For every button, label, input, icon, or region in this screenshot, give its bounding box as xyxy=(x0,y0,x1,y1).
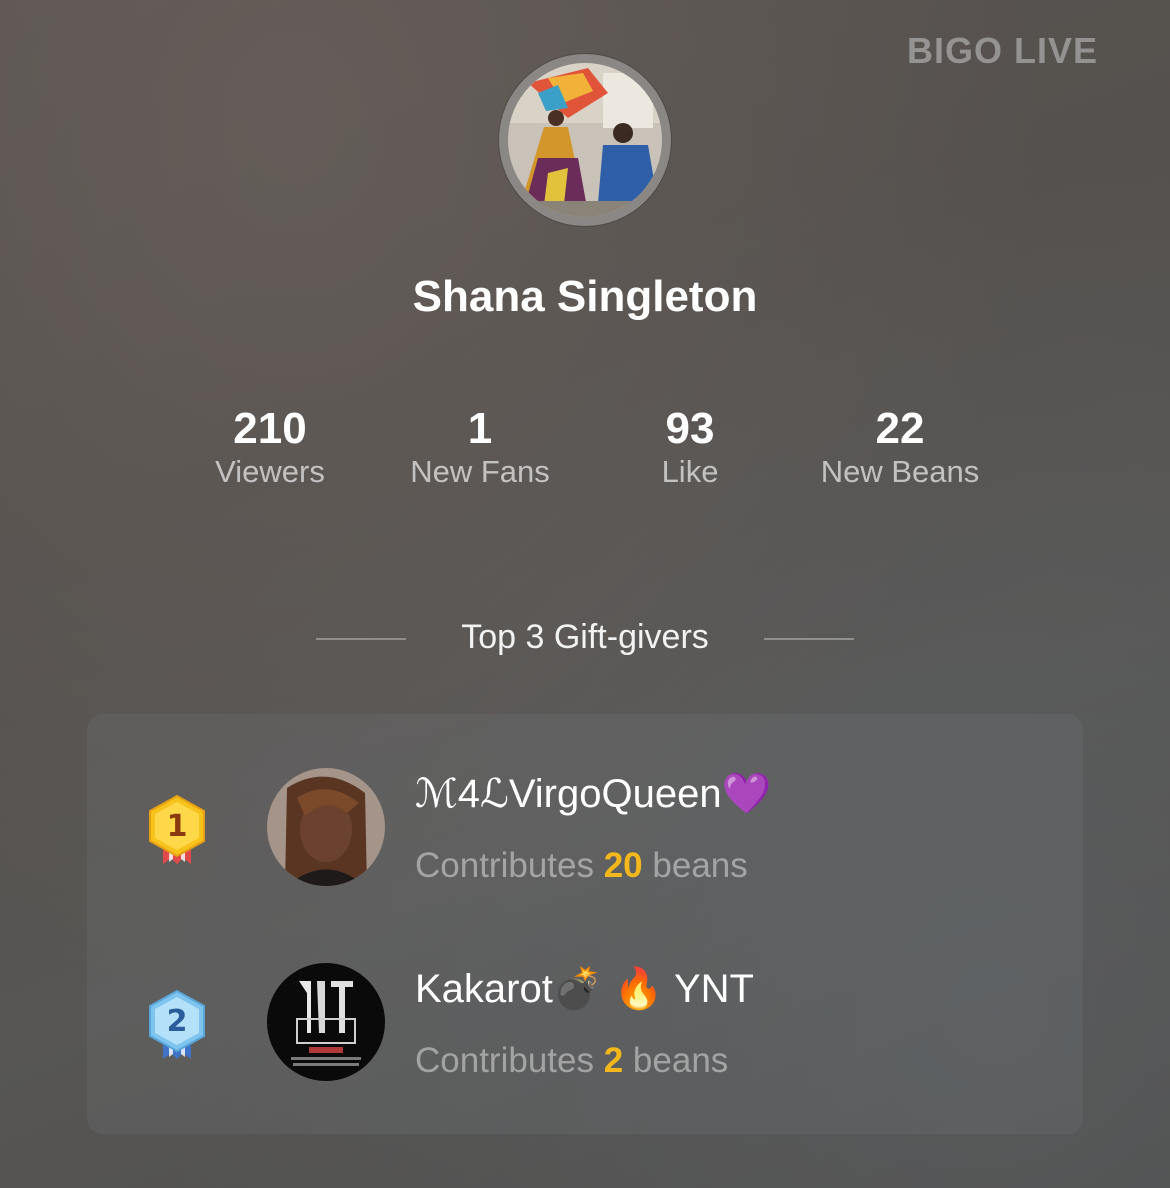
giver-contribution: Contributes 20 beans xyxy=(415,846,748,886)
gift-section-title: Top 3 Gift-givers xyxy=(461,618,709,656)
contribution-prefix: Contributes xyxy=(415,1041,594,1080)
stat-new-beans: 22 New Beans xyxy=(790,404,1010,490)
stat-value: 22 xyxy=(875,404,925,453)
stat-like: 93 Like xyxy=(580,404,800,490)
stat-label: Like xyxy=(661,454,719,489)
stat-label: New Beans xyxy=(820,454,980,489)
contribution-suffix: beans xyxy=(632,1041,729,1080)
giver-name: Kakarot💣 🔥 YNT xyxy=(415,967,754,1011)
gold-medal-icon: 1 xyxy=(145,794,209,868)
silver-medal-icon: 2 xyxy=(145,989,209,1063)
contribution-suffix: beans xyxy=(652,846,748,885)
stat-new-fans: 1 New Fans xyxy=(370,404,590,490)
avatar[interactable] xyxy=(267,963,385,1081)
host-avatar[interactable] xyxy=(499,54,671,226)
gift-giver-row[interactable]: 2 Kakarot💣 🔥 YNT Contributes 2 beans xyxy=(87,963,1083,1093)
giver-contribution: Contributes 2 beans xyxy=(415,1041,728,1081)
host-avatar-image xyxy=(508,63,662,217)
contribution-amount: 20 xyxy=(603,846,643,885)
divider-right xyxy=(764,638,854,640)
contribution-prefix: Contributes xyxy=(415,846,594,885)
stat-label: Viewers xyxy=(215,454,325,489)
avatar[interactable] xyxy=(267,768,385,886)
host-name: Shana Singleton xyxy=(412,272,758,321)
brand-logo: BIGO LIVE xyxy=(906,30,1098,71)
gift-givers-card: 1 ℳ4ℒVirgoQueen💜 Contributes 20 beans 2 … xyxy=(87,714,1083,1134)
gift-giver-row[interactable]: 1 ℳ4ℒVirgoQueen💜 Contributes 20 beans xyxy=(87,768,1083,898)
contribution-amount: 2 xyxy=(603,1041,624,1080)
svg-text:2: 2 xyxy=(167,1004,188,1039)
giver-name: ℳ4ℒVirgoQueen💜 xyxy=(415,772,772,816)
stat-value: 210 xyxy=(233,404,307,453)
stat-viewers: 210 Viewers xyxy=(160,404,380,490)
stat-value: 93 xyxy=(665,404,715,453)
stat-value: 1 xyxy=(467,404,493,453)
svg-text:1: 1 xyxy=(167,809,188,844)
stat-label: New Fans xyxy=(410,454,550,489)
